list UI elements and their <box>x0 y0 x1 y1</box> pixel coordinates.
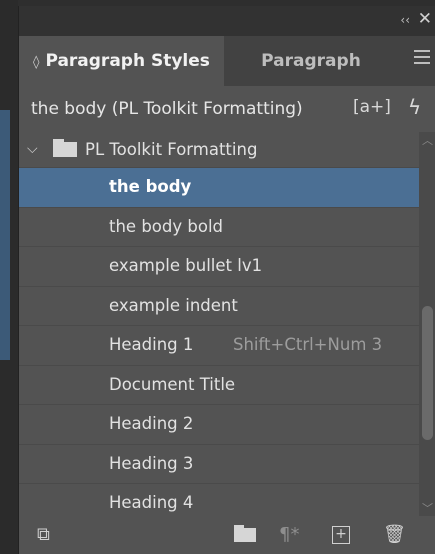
paragraph-styles-panel: ‹‹ ✕ ◊ Paragraph Styles Paragraph the bod… <box>18 6 435 554</box>
style-item[interactable]: Heading 2 <box>19 405 419 445</box>
scroll-down-icon[interactable]: ﹀ <box>422 500 433 516</box>
style-item[interactable]: example indent <box>19 287 419 326</box>
create-new-style-icon[interactable]: + <box>332 526 350 544</box>
quick-apply-lightning-icon[interactable]: ϟ <box>408 95 421 119</box>
style-item-label: Heading 3 <box>109 453 194 473</box>
style-item-label: Heading 1 <box>109 335 194 354</box>
style-item[interactable]: Heading 3 <box>19 445 419 484</box>
style-item[interactable]: Heading 4 <box>19 484 419 516</box>
styles-list-scrollbar[interactable]: ︿ ﹀ <box>419 132 435 516</box>
style-item[interactable]: the body <box>19 168 419 208</box>
styles-list: ⌵ PL Toolkit Formatting the body the bod… <box>19 132 419 516</box>
current-style-row: the body (PL Toolkit Formatting) [a+] ϟ <box>19 86 435 132</box>
tab-paragraph-styles-label: Paragraph Styles <box>45 51 210 71</box>
chevron-down-icon[interactable]: ⌵ <box>27 132 38 167</box>
style-item-label: the body <box>109 177 192 196</box>
style-item[interactable]: Document Title <box>19 366 419 405</box>
style-group-label: PL Toolkit Formatting <box>85 140 258 159</box>
folder-icon <box>53 139 77 157</box>
tab-updown-icon: ◊ <box>33 55 40 70</box>
style-item-shortcut: Shift+Ctrl+Num 3 <box>233 335 383 354</box>
style-item[interactable]: Heading 1 Shift+Ctrl+Num 3 <box>19 326 419 366</box>
style-item-label: the body bold <box>109 216 224 236</box>
current-style-name: the body (PL Toolkit Formatting) <box>31 99 303 119</box>
style-item-label: Heading 4 <box>109 493 194 512</box>
close-icon[interactable]: ✕ <box>418 9 432 29</box>
style-item[interactable]: the body bold <box>19 208 419 247</box>
panel-menu-icon[interactable] <box>414 50 430 68</box>
style-item[interactable]: example bullet lv1 <box>19 247 419 287</box>
panel-footer: ⧉ ¶* + 🗑 <box>19 516 435 554</box>
load-styles-icon[interactable]: ⧉ <box>37 524 50 545</box>
clear-overrides-icon[interactable]: ¶* <box>279 524 299 545</box>
panel-tabs: ◊ Paragraph Styles Paragraph <box>19 36 435 86</box>
scroll-up-icon[interactable]: ︿ <box>422 132 433 148</box>
tab-paragraph-label: Paragraph <box>261 51 361 71</box>
style-item-label: Heading 2 <box>109 414 194 433</box>
panel-titlebar[interactable]: ‹‹ ✕ <box>19 6 435 36</box>
style-group-pl-toolkit-formatting[interactable]: ⌵ PL Toolkit Formatting <box>19 132 419 168</box>
trash-icon[interactable]: 🗑 <box>383 524 406 545</box>
collapse-panel-icon[interactable]: ‹‹ <box>400 13 410 27</box>
style-item-label: Document Title <box>109 374 236 394</box>
tab-paragraph[interactable]: Paragraph <box>224 36 386 86</box>
create-style-from-override-icon[interactable]: [a+] <box>353 97 391 117</box>
scrollbar-thumb[interactable] <box>422 306 433 440</box>
background-document-strip <box>0 110 10 360</box>
tab-paragraph-styles[interactable]: ◊ Paragraph Styles <box>19 36 224 86</box>
style-item-label: example bullet lv1 <box>109 256 263 275</box>
new-style-group-icon[interactable] <box>234 525 256 542</box>
style-item-label: example indent <box>109 295 238 315</box>
